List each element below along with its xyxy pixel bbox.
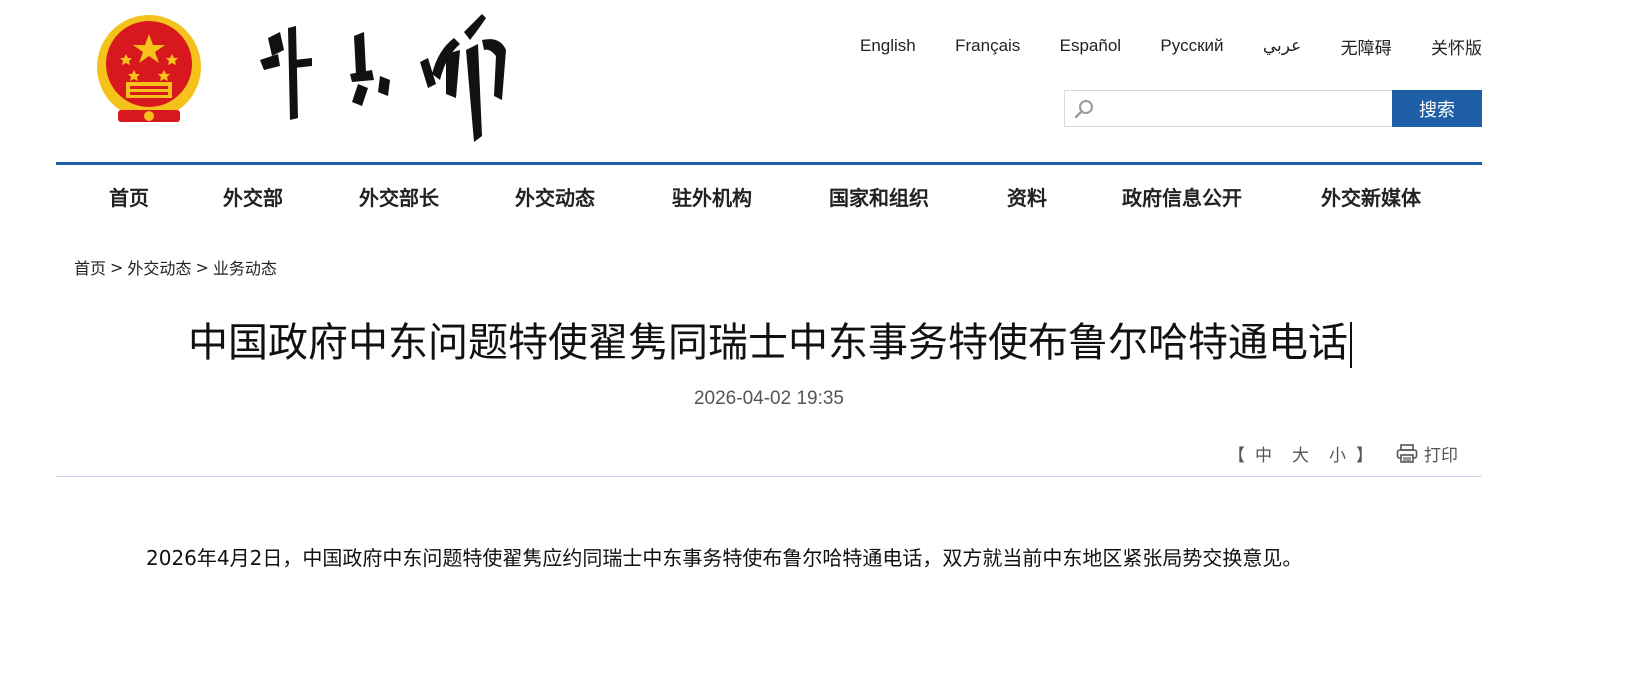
accessibility-link[interactable]: 无障碍 (1341, 34, 1392, 59)
breadcrumb-separator: > (110, 257, 124, 277)
header-divider (56, 162, 1482, 165)
nav-item-government-info[interactable]: 政府信息公开 (1122, 182, 1242, 211)
calligraphy-logo-icon (260, 14, 506, 142)
lang-french-link[interactable]: Français (955, 36, 1020, 56)
breadcrumb-home[interactable]: 首页 (74, 255, 106, 279)
print-label: 打印 (1424, 446, 1458, 466)
search-bar: 搜索 (1064, 90, 1482, 127)
language-bar: English Français Español Русский عربي 无障… (860, 34, 1482, 58)
elderly-care-version-link[interactable]: 关怀版 (1431, 34, 1482, 59)
bracket-close: 】 (1356, 446, 1373, 466)
printer-icon (1396, 443, 1418, 463)
search-icon (1074, 99, 1093, 118)
breadcrumb: 首页 > 外交动态 > 业务动态 (74, 255, 277, 279)
search-button[interactable]: 搜索 (1392, 90, 1482, 127)
breadcrumb-business-news[interactable]: 业务动态 (213, 255, 277, 279)
nav-item-minister[interactable]: 外交部长 (359, 182, 439, 211)
font-size-control: 【 中 大 小 】 (1228, 441, 1373, 466)
font-size-medium-button[interactable]: 中 (1255, 441, 1272, 466)
nav-item-missions-overseas[interactable]: 驻外机构 (672, 182, 752, 211)
lang-spanish-link[interactable]: Español (1060, 36, 1121, 56)
main-nav: 首页 外交部 外交部长 外交动态 驻外机构 国家和组织 资料 政府信息公开 外交… (56, 172, 1482, 220)
breadcrumb-separator: > (195, 257, 209, 277)
bracket-open: 【 (1228, 446, 1245, 466)
article-date: 2026-04-02 19:35 (693, 388, 844, 409)
nav-item-diplomatic-news[interactable]: 外交动态 (515, 182, 595, 211)
article-title: 中国政府中东问题特使翟隽同瑞士中东事务特使布鲁尔哈特通电话 (0, 310, 1540, 368)
page: English Français Español Русский عربي 无障… (0, 0, 1649, 699)
print-button[interactable]: 打印 (1396, 441, 1458, 466)
nav-item-new-media[interactable]: 外交新媒体 (1321, 182, 1421, 211)
breadcrumb-diplomatic-news[interactable]: 外交动态 (127, 255, 191, 279)
nav-item-ministry[interactable]: 外交部 (223, 182, 283, 211)
lang-russian-link[interactable]: Русский (1160, 36, 1223, 56)
nav-item-resources[interactable]: 资料 (1007, 182, 1047, 211)
lang-english-link[interactable]: English (860, 36, 916, 56)
text-caret (1350, 322, 1352, 368)
font-size-small-button[interactable]: 小 (1329, 441, 1346, 466)
article-title-text: 中国政府中东问题特使翟隽同瑞士中东事务特使布鲁尔哈特通电话 (188, 320, 1348, 366)
article-divider (56, 476, 1482, 477)
search-input[interactable] (1095, 92, 1392, 125)
nav-item-home[interactable]: 首页 (109, 182, 149, 211)
national-emblem-icon (97, 15, 201, 122)
nav-item-countries-organizations[interactable]: 国家和组织 (829, 182, 929, 211)
font-size-large-button[interactable]: 大 (1292, 441, 1309, 466)
search-box (1064, 90, 1392, 127)
lang-arabic-link[interactable]: عربي (1263, 36, 1301, 56)
article-body: 2026年4月2日，中国政府中东问题特使翟隽应约同瑞士中东事务特使布鲁尔哈特通电… (146, 546, 1303, 570)
